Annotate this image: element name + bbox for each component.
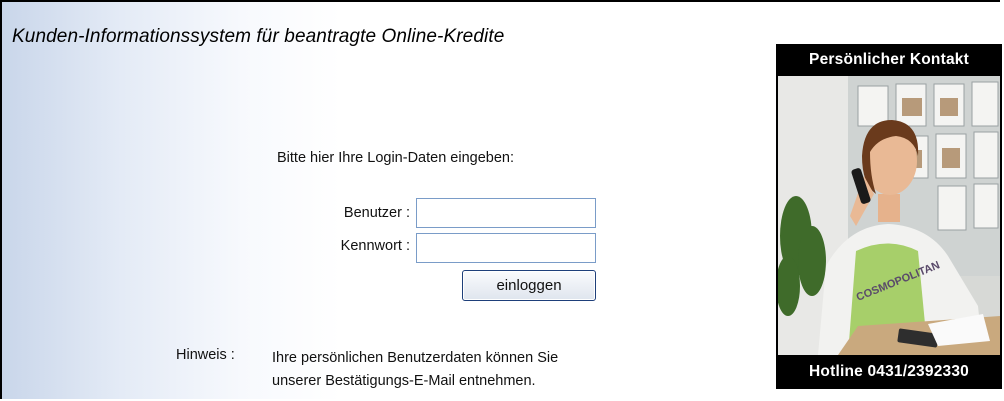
password-label: Kennwort : [340, 238, 410, 254]
note-text: Ihre persönlichen Benutzerdaten können S… [272, 347, 558, 393]
contact-panel: Persönlicher Kontakt COSMOPOLITAN Hotlin… [776, 44, 1002, 389]
note-line-1: Ihre persönlichen Benutzerdaten können S… [272, 350, 559, 366]
note-line-2: unserer Bestätigungs-E-Mail entnehmen. [272, 373, 536, 389]
contact-photo: COSMOPOLITAN [778, 76, 1000, 355]
username-input[interactable] [416, 198, 596, 228]
page-title: Kunden-Informationssystem für beantragte… [12, 26, 505, 47]
username-label: Benutzer : [343, 205, 410, 221]
login-button[interactable]: einloggen [462, 270, 596, 301]
note-label: Hinweis : [176, 347, 235, 363]
password-input[interactable] [416, 233, 596, 263]
contact-heading: Persönlicher Kontakt [809, 51, 969, 68]
contact-hotline: Hotline 0431/2392330 [809, 363, 969, 380]
contact-photo-illustration: COSMOPOLITAN [778, 76, 1000, 355]
login-prompt: Bitte hier Ihre Login-Daten eingeben: [277, 150, 514, 166]
